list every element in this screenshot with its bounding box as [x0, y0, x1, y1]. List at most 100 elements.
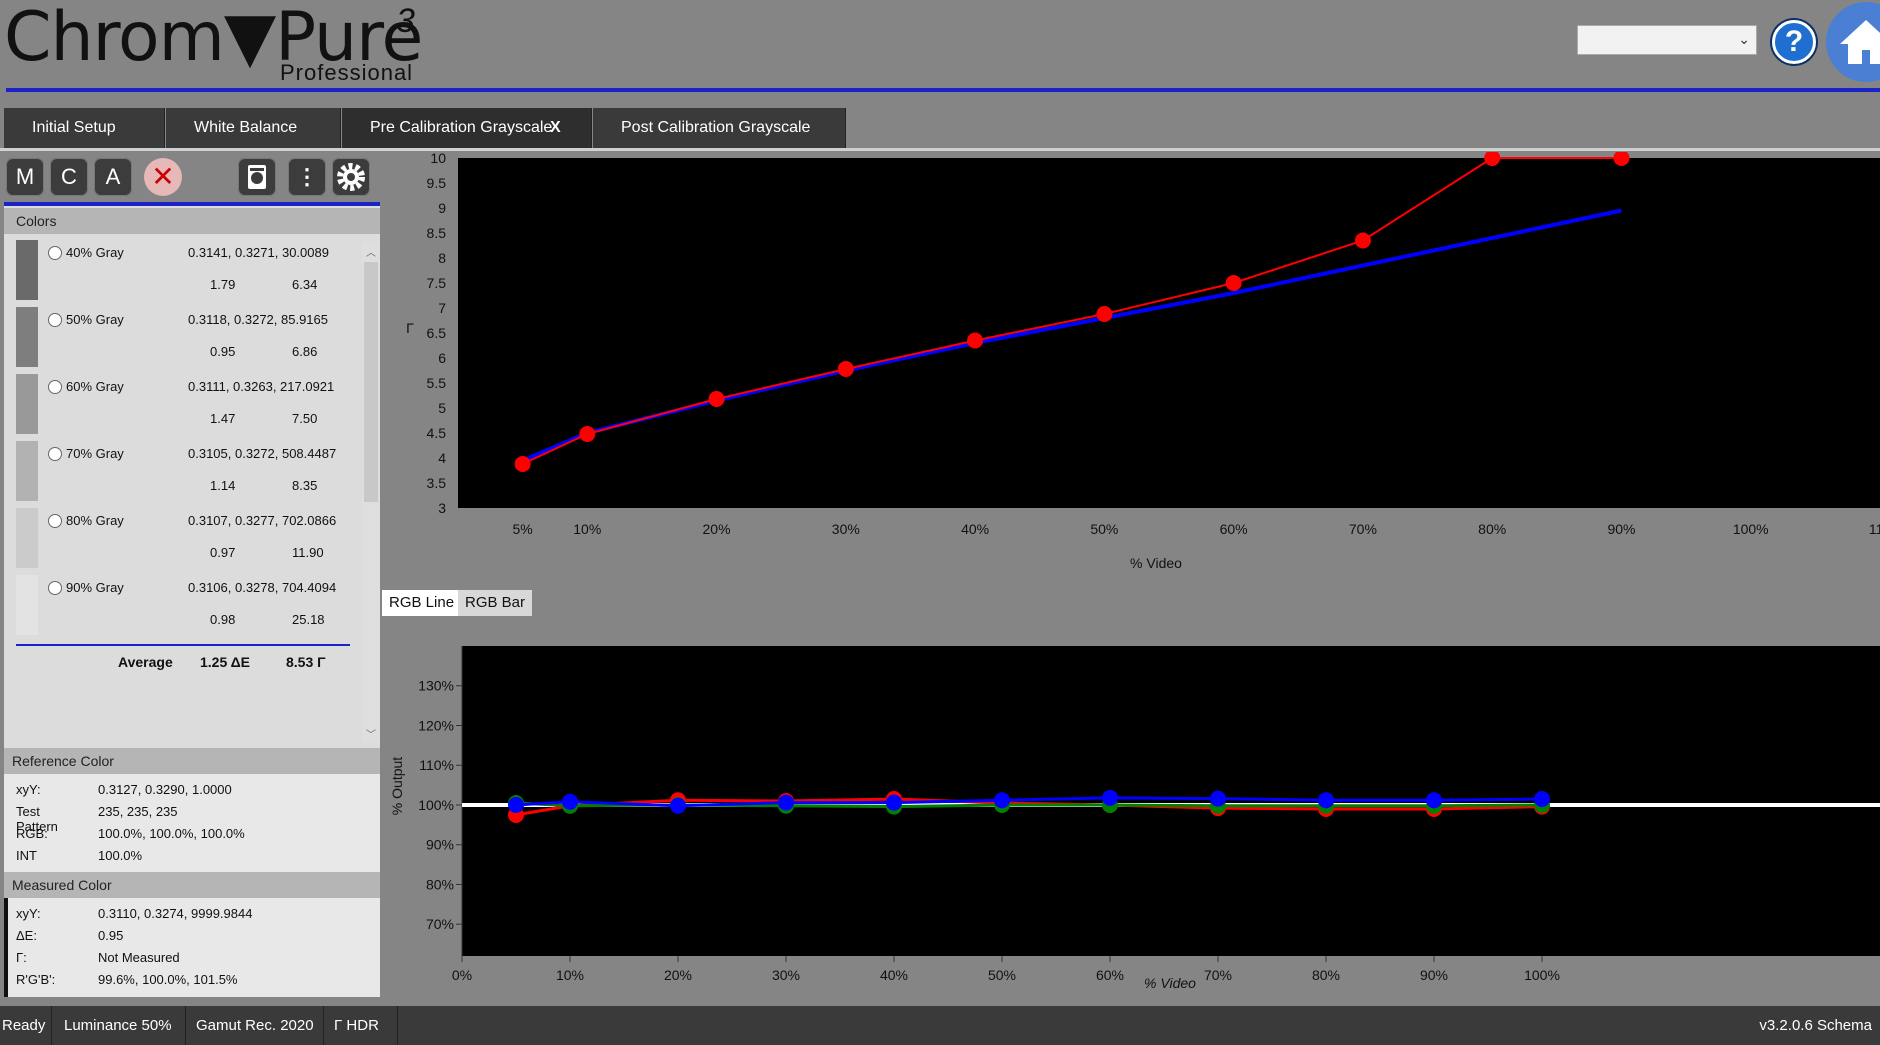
row-xyy: 0.3141, 0.3271, 30.0089 [188, 245, 329, 260]
home-button[interactable] [1826, 2, 1880, 82]
select-radio[interactable] [48, 246, 62, 260]
colors-scrollbar[interactable]: ︿ ﹀ [362, 242, 380, 742]
rgb-x-tick-label: 0% [452, 967, 472, 983]
rgb-line-chart: 70% 80% 90% 100% 110% 120% 130% 0% 10% 20% 30% 40%… [382, 616, 1880, 996]
tab-close-button[interactable]: X [550, 108, 561, 148]
list-item[interactable]: 60% Gray 0.3111, 0.3263, 217.0921 1.47 7… [10, 372, 360, 439]
gray-swatch [16, 374, 38, 434]
gamma-y-tick-label: 3 [438, 500, 446, 516]
row-gamma: 11.90 [292, 545, 324, 560]
list-item[interactable]: 40% Gray 0.3141, 0.3271, 30.0089 1.79 6.… [10, 238, 360, 305]
rgb-x-tick-label: 20% [664, 967, 692, 983]
gamma-y-tick-label: 3.5 [427, 475, 447, 491]
gear-icon[interactable] [332, 158, 370, 196]
list-item[interactable]: 90% Gray 0.3106, 0.3278, 704.4094 0.98 2… [10, 573, 360, 640]
chevron-down-icon: ⌄ [1738, 31, 1750, 47]
stop-icon[interactable]: ✕ [144, 158, 182, 196]
tab-rgb-bar[interactable]: RGB Bar [458, 590, 533, 616]
rgb-y-tick-label: 130% [418, 678, 454, 694]
gamma-plot-area [458, 158, 1880, 508]
field-value: 100.0%, 100.0%, 100.0% [98, 826, 245, 841]
gamma-y-tick-label: 6 [438, 350, 446, 366]
home-icon [1840, 20, 1880, 64]
gamma-x-tick-label: 50% [1090, 521, 1118, 537]
tab-rgb-line[interactable]: RGB Line [382, 590, 462, 616]
row-delta-e: 1.14 [210, 478, 236, 493]
row-delta-e: 1.47 [210, 411, 236, 426]
gamma-chart: 3 3.5 4 4.5 5 5.5 6 6.5 7 7.5 8 8.5 9 9.5 10 5% 10% 20% 3… [382, 150, 1880, 588]
row-label: 70% Gray [66, 446, 124, 461]
row-xyy: 0.3105, 0.3272, 508.4487 [188, 446, 337, 461]
help-button[interactable]: ? [1772, 20, 1816, 64]
gamma-x-tick-label: 100% [1733, 521, 1769, 537]
field-key: ΔE: [16, 928, 37, 943]
average-divider [16, 644, 350, 646]
rgb-y-tick-label: 120% [418, 717, 454, 733]
tab-pre-calibration-grayscale[interactable]: Pre Calibration Grayscale X [342, 108, 592, 148]
list-item[interactable]: 80% Gray 0.3107, 0.3277, 702.0866 0.97 1… [10, 506, 360, 573]
measured-color-panel: xyY: 0.3110, 0.3274, 9999.9844 ΔE: 0.95 Γ:… [4, 898, 380, 997]
gamma-y-tick-label: 4 [438, 450, 446, 466]
status-gamma: Γ HDR [326, 1006, 398, 1045]
list-item[interactable]: 50% Gray 0.3118, 0.3272, 85.9165 0.95 6.… [10, 305, 360, 372]
status-gamut: Gamut Rec. 2020 [188, 1006, 324, 1045]
select-radio[interactable] [48, 581, 62, 595]
gamma-y-tick-label: 8 [438, 250, 446, 266]
gray-swatch [16, 307, 38, 367]
profile-dropdown[interactable]: ⌄ [1577, 25, 1757, 55]
row-gamma: 8.35 [292, 478, 318, 493]
rgb-blue-point [562, 793, 578, 810]
gamma-measured-point [967, 332, 984, 349]
toolbar: M C A ✕ ⋮ [4, 152, 380, 202]
list-item[interactable]: 70% Gray 0.3105, 0.3272, 508.4487 1.14 8… [10, 439, 360, 506]
field-key: R'G'B': [16, 972, 56, 987]
rgb-x-tick-label: 60% [1096, 967, 1124, 983]
rgb-blue-point [670, 797, 686, 814]
continuous-mode-button[interactable]: C [50, 158, 88, 196]
field-value: 0.3110, 0.3274, 9999.9844 [98, 906, 253, 921]
gamma-y-tick-label: 7 [438, 300, 446, 316]
status-luminance: Luminance 50% [56, 1006, 186, 1045]
gamma-y-tick-label: 5.5 [427, 375, 447, 391]
rgb-blue-point [778, 794, 794, 811]
tab-initial-setup[interactable]: Initial Setup [4, 108, 165, 148]
gamma-y-tick-label: 4.5 [427, 425, 447, 441]
field-key: INT [16, 848, 37, 863]
scroll-up-icon[interactable]: ︿ [366, 244, 376, 259]
field-value: Not Measured [98, 950, 180, 965]
tab-post-calibration-grayscale[interactable]: Post Calibration Grayscale [593, 108, 846, 148]
gamma-y-tick-label: 7.5 [427, 275, 447, 291]
select-radio[interactable] [48, 380, 62, 394]
tab-label: White Balance [194, 119, 298, 136]
rgb-x-tick-label: 30% [772, 967, 800, 983]
gamma-x-tick-label: 40% [961, 521, 989, 537]
row-delta-e: 0.95 [210, 344, 236, 359]
rgb-y-tick-label: 80% [426, 876, 454, 892]
select-radio[interactable] [48, 313, 62, 327]
manual-mode-button[interactable]: M [6, 158, 44, 196]
tab-white-balance[interactable]: White Balance [166, 108, 341, 148]
meter-icon[interactable] [238, 158, 276, 196]
auto-mode-button[interactable]: A [94, 158, 132, 196]
gamma-y-axis-label: Γ [406, 320, 414, 336]
gamma-y-tick-label: 9.5 [427, 175, 447, 191]
gamma-x-tick-label: 60% [1220, 521, 1248, 537]
gray-swatch [16, 508, 38, 568]
rgb-blue-point [886, 794, 902, 811]
select-radio[interactable] [48, 514, 62, 528]
gamma-y-tick-label: 8.5 [427, 225, 447, 241]
more-options-icon[interactable]: ⋮ [288, 158, 326, 196]
gray-swatch [16, 575, 38, 635]
rgb-blue-point [1102, 789, 1118, 806]
gamma-measured-point [514, 456, 531, 472]
gamma-x-axis-label: % Video [1130, 555, 1182, 571]
scroll-thumb[interactable] [364, 262, 378, 502]
scroll-down-icon[interactable]: ﹀ [366, 726, 376, 741]
gamma-y-tick-label: 10 [430, 152, 446, 166]
gamma-measured-point [1225, 275, 1242, 291]
field-value: 99.6%, 100.0%, 101.5% [98, 972, 238, 987]
gamma-measured-point [708, 391, 725, 407]
row-delta-e: 1.79 [210, 277, 236, 292]
gamma-y-tick-label: 5 [438, 400, 446, 416]
select-radio[interactable] [48, 447, 62, 461]
